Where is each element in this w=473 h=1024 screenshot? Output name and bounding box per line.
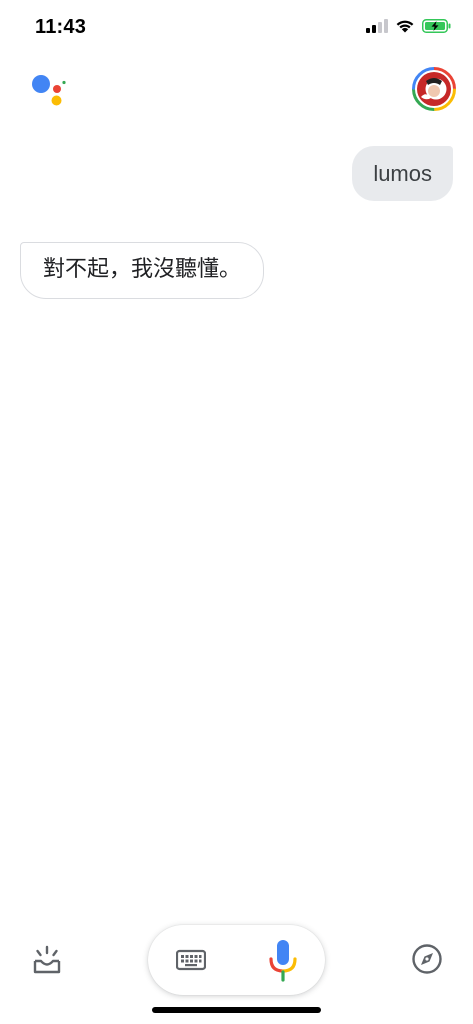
user-message-bubble: lumos: [352, 146, 453, 201]
cellular-signal-icon: [366, 18, 388, 33]
battery-charging-icon: [422, 18, 451, 33]
updates-tray-icon[interactable]: [29, 944, 65, 976]
microphone-icon[interactable]: [266, 938, 300, 982]
avatar[interactable]: [412, 67, 456, 111]
assistant-reply-bubble: 對不起，我沒聽懂。: [20, 242, 265, 299]
google-assistant-logo-icon[interactable]: [30, 72, 70, 108]
status-icons: [366, 18, 451, 33]
wifi-icon: [396, 20, 414, 33]
status-bar: 11:43: [0, 0, 473, 56]
home-indicator[interactable]: [152, 1007, 321, 1013]
status-time: 11:43: [35, 16, 87, 38]
explore-compass-icon[interactable]: [410, 942, 444, 976]
keyboard-icon[interactable]: [176, 949, 206, 971]
input-controls-pill: [148, 925, 325, 995]
